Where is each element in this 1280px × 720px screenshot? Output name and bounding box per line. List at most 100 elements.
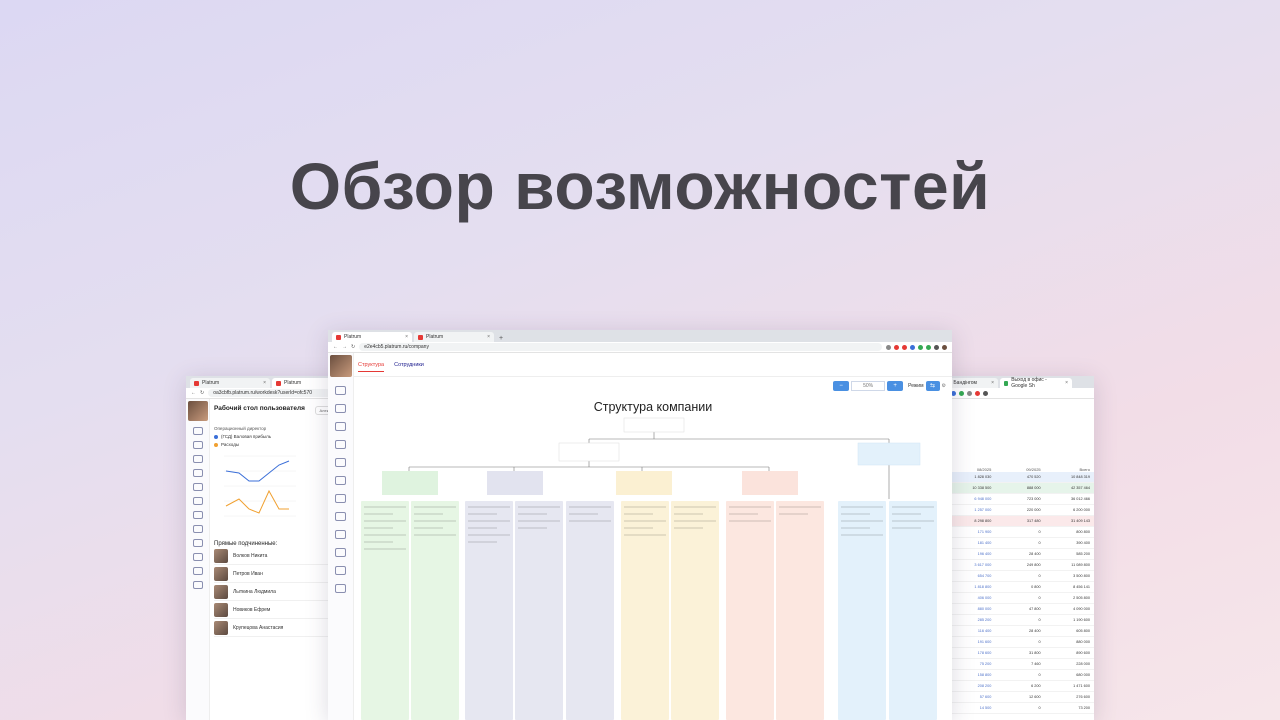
extension-icon[interactable] [894, 344, 899, 350]
browser-tab-active[interactable]: Platrum× [332, 332, 412, 342]
table-cell[interactable]: 8 456 141 [1041, 585, 1090, 589]
close-icon[interactable]: × [991, 380, 994, 386]
table-cell[interactable]: 0 [991, 673, 1041, 677]
back-icon[interactable]: ← [191, 390, 196, 396]
tab-employees[interactable]: Сотрудники [394, 362, 424, 372]
extension-icon[interactable] [918, 344, 923, 350]
table-cell[interactable]: 31 800 [991, 651, 1041, 655]
table-cell[interactable]: 0 800 [991, 585, 1041, 589]
table-row[interactable]: 406 000 0 2 505 800 [938, 593, 1094, 604]
extension-icon[interactable] [926, 344, 931, 350]
table-row[interactable]: 10 338 500 888 000 42 357 464 [938, 483, 1094, 494]
sidebar-icon[interactable] [192, 455, 203, 463]
table-cell[interactable]: 3 500 800 [1041, 574, 1090, 578]
table-cell[interactable]: 4 090 000 [1041, 607, 1090, 611]
sidebar-icon[interactable] [335, 422, 346, 431]
table-row[interactable]: 208 200 6 200 1 471 600 [938, 681, 1094, 692]
sidebar-icon[interactable] [192, 581, 203, 589]
table-cell[interactable]: 605 800 [1041, 629, 1090, 633]
table-row[interactable]: 158 800 0 680 000 [938, 670, 1094, 681]
table-row[interactable]: 1 828 030 470 520 10 848 319 [938, 472, 1094, 483]
reload-icon[interactable]: ↻ [351, 344, 355, 350]
ceo-node[interactable] [623, 417, 685, 433]
back-icon[interactable]: ← [333, 344, 338, 350]
table-cell[interactable]: 6 200 000 [1041, 508, 1090, 512]
department-node[interactable] [382, 471, 438, 495]
table-cell[interactable]: 585 200 [1041, 552, 1090, 556]
close-icon[interactable]: × [263, 380, 266, 386]
mode-toggle-button[interactable]: ⇆ [925, 381, 940, 391]
key-icon[interactable] [886, 344, 891, 350]
extension-icon[interactable] [983, 390, 988, 396]
settings-icon[interactable]: ⚙ [942, 383, 946, 389]
zoom-out-button[interactable]: − [833, 381, 850, 391]
division-column[interactable] [411, 501, 459, 720]
sidebar-icon[interactable] [335, 530, 346, 539]
table-row[interactable]: 191 600 0 880 000 [938, 637, 1094, 648]
table-cell[interactable]: 890 600 [1041, 651, 1090, 655]
table-cell[interactable]: 6 200 [991, 684, 1041, 688]
table-cell[interactable]: 317 480 [991, 519, 1041, 523]
table-cell[interactable]: 228 000 [1041, 662, 1090, 666]
table-cell[interactable]: 249 800 [991, 563, 1041, 567]
table-cell[interactable]: 390 400 [1041, 541, 1090, 545]
department-node[interactable] [857, 442, 921, 466]
browser-tab[interactable]: Platrum × [414, 332, 494, 342]
extension-icon[interactable] [967, 390, 972, 396]
sidebar-icon[interactable] [335, 440, 346, 449]
table-row[interactable]: 57 600 12 600 276 600 [938, 692, 1094, 703]
table-row[interactable]: 654 700 0 3 500 800 [938, 571, 1094, 582]
table-cell[interactable]: 73 200 [1041, 706, 1090, 710]
sidebar-icon[interactable] [192, 553, 203, 561]
table-row[interactable]: 8 298 800 317 480 31 409 143 [938, 516, 1094, 527]
table-cell[interactable]: 47 800 [991, 607, 1041, 611]
table-row[interactable]: 178 600 31 800 890 600 [938, 648, 1094, 659]
close-icon[interactable]: × [487, 334, 490, 340]
extension-icon[interactable] [910, 344, 915, 350]
table-row[interactable]: 285 200 0 1 190 600 [938, 615, 1094, 626]
browser-tab-active[interactable]: Выход в офис - Google Sh × [1000, 377, 1072, 389]
browser-tab[interactable]: Platrum × [190, 378, 270, 388]
table-cell[interactable]: 0 [991, 596, 1041, 600]
division-column[interactable] [465, 501, 513, 720]
table-row[interactable]: 196 400 28 400 585 200 [938, 549, 1094, 560]
division-column[interactable] [671, 501, 719, 720]
forward-icon[interactable]: → [342, 344, 347, 350]
table-cell[interactable]: 0 [991, 530, 1041, 534]
division-column[interactable] [515, 501, 563, 720]
table-cell[interactable]: 220 000 [991, 508, 1041, 512]
table-row[interactable]: 1 257 000 220 000 6 200 000 [938, 505, 1094, 516]
table-cell[interactable]: 1 471 600 [1041, 684, 1090, 688]
table-cell[interactable]: 10 848 319 [1041, 475, 1090, 479]
table-row[interactable]: 6 948 000 723 000 36 012 466 [938, 494, 1094, 505]
division-column[interactable] [838, 501, 886, 720]
table-cell[interactable]: 723 000 [991, 497, 1041, 501]
department-node[interactable] [616, 471, 672, 495]
sidebar-icon[interactable] [335, 386, 346, 395]
sidebar-icon[interactable] [335, 512, 346, 521]
sidebar-icon[interactable] [335, 404, 346, 413]
department-node[interactable] [487, 471, 543, 495]
table-cell[interactable]: 470 520 [991, 475, 1041, 479]
sidebar-icon[interactable] [335, 458, 346, 467]
table-cell[interactable]: 1 190 600 [1041, 618, 1090, 622]
table-row[interactable]: 116 400 28 400 605 800 [938, 626, 1094, 637]
sidebar-icon[interactable] [192, 427, 203, 435]
table-cell[interactable]: 31 409 143 [1041, 519, 1090, 523]
table-cell[interactable]: 0 [991, 574, 1041, 578]
sidebar-icon[interactable] [192, 483, 203, 491]
profile-avatar[interactable] [942, 344, 947, 350]
table-cell[interactable]: 680 000 [1041, 673, 1090, 677]
table-cell[interactable]: 28 400 [991, 552, 1041, 556]
table-cell[interactable]: 0 [991, 541, 1041, 545]
extension-icon[interactable] [959, 390, 964, 396]
sidebar-icon[interactable] [192, 511, 203, 519]
zoom-in-button[interactable]: + [887, 381, 904, 391]
table-row[interactable]: 75 200 7 460 228 000 [938, 659, 1094, 670]
division-column[interactable] [566, 501, 614, 720]
sidebar-icon[interactable] [192, 567, 203, 575]
table-row[interactable]: 181 400 0 390 400 [938, 538, 1094, 549]
new-tab-icon[interactable]: + [499, 335, 503, 342]
table-cell[interactable]: 888 000 [991, 486, 1041, 490]
avatar[interactable] [330, 355, 352, 377]
